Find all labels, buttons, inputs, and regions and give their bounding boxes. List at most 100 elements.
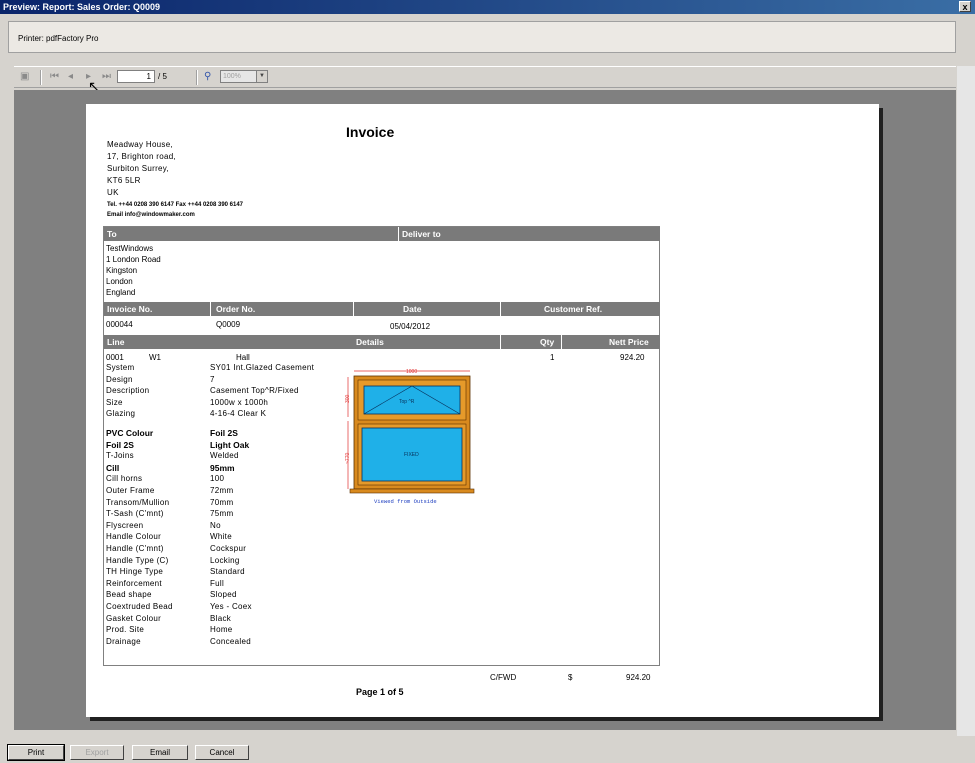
- detail-label: Cill: [106, 462, 120, 473]
- top-height-dimension: 300: [345, 394, 351, 403]
- detail-value: 95mm: [210, 462, 235, 473]
- cill: [349, 488, 475, 494]
- to-address-line: TestWindows: [106, 244, 154, 253]
- cfwd-total: 924.20: [626, 673, 651, 682]
- to-header: To: [104, 227, 398, 241]
- printer-panel: Printer: pdfFactory Pro: [8, 21, 956, 53]
- prev-page-icon[interactable]: ◂: [68, 71, 73, 83]
- detail-label: Description: [106, 386, 150, 396]
- customer-ref-header: Customer Ref.: [544, 304, 603, 314]
- to-address-line: 1 London Road: [106, 255, 161, 264]
- detail-label: Foil 2S: [106, 439, 134, 450]
- detail-label: Gasket Colour: [106, 613, 162, 623]
- zoom-select[interactable]: 100% ▼: [220, 70, 268, 83]
- line-price: 924.20: [620, 353, 645, 362]
- divider: [353, 302, 354, 316]
- binoculars-icon[interactable]: ⚲: [204, 71, 211, 83]
- detail-value: Casement Top^R/Fixed: [210, 386, 299, 396]
- page-number-input[interactable]: 1: [117, 70, 155, 83]
- first-page-icon[interactable]: ⏮: [50, 71, 59, 83]
- detail-value: Full: [210, 578, 225, 588]
- line-number: 0001: [106, 353, 124, 362]
- detail-value: Foil 2S: [210, 428, 238, 438]
- contact-tel: Tel. ++44 0208 390 6147 Fax ++44 0208 39…: [107, 202, 244, 208]
- date-value: 05/04/2012: [390, 322, 431, 331]
- detail-label: T-Sash (C'mnt): [106, 509, 164, 519]
- cfwd-label: C/FWD: [490, 673, 517, 682]
- divider: [561, 335, 562, 349]
- divider: [500, 302, 501, 316]
- detail-label: T-Joins: [106, 451, 134, 461]
- line-header: Line: [107, 337, 125, 347]
- detail-label: Handle (C'mnt): [106, 544, 164, 553]
- detail-value: 72mm: [210, 486, 234, 495]
- detail-label: Bead shape: [106, 590, 152, 600]
- contact-email: Email info@windowmaker.com: [107, 212, 195, 218]
- invoice-no-value: 000044: [106, 320, 133, 329]
- nett-price-header: Nett Price: [609, 337, 649, 347]
- address-line: KT6 5LR: [107, 176, 141, 185]
- to-address-line: London: [106, 277, 133, 286]
- divider: [500, 335, 501, 349]
- to-address-line: Kingston: [106, 266, 138, 275]
- order-no-header: Order No.: [216, 304, 256, 314]
- cancel-button[interactable]: Cancel: [195, 745, 249, 760]
- detail-value: No: [210, 520, 221, 530]
- page-total: / 5: [158, 72, 167, 81]
- detail-label: Drainage: [106, 636, 141, 646]
- line-location: Hall: [236, 353, 250, 362]
- detail-value: 4-16-4 Clear K: [210, 409, 267, 419]
- detail-label: Handle Colour: [106, 532, 162, 542]
- print-button[interactable]: Print: [7, 744, 65, 761]
- close-button[interactable]: x: [959, 1, 971, 12]
- window-drawing: 1000 300 ~770 Top ^R FIXED Viewed from O…: [345, 369, 475, 505]
- detail-value: 1000w x 1000h: [210, 397, 269, 407]
- detail-value: Welded: [210, 451, 239, 461]
- detail-value: Cockspur: [210, 544, 247, 553]
- order-no-value: Q0009: [216, 320, 241, 329]
- detail-label: Design: [106, 374, 133, 384]
- copy-icon[interactable]: ▣: [20, 71, 29, 83]
- detail-label: Size: [106, 397, 123, 407]
- line-code: W1: [149, 353, 161, 362]
- button-bar: Print Export Email Cancel: [0, 741, 975, 763]
- email-button[interactable]: Email: [132, 745, 188, 760]
- detail-value: 7: [210, 374, 215, 384]
- date-header: Date: [403, 304, 422, 314]
- address-line: 17, Brighton road,: [107, 152, 176, 161]
- report-viewer[interactable]: Invoice Meadway House, 17, Brighton road…: [14, 90, 956, 730]
- address-line: Meadway House,: [107, 140, 174, 149]
- drawing-caption: Viewed from Outside: [374, 498, 437, 505]
- to-address-line: England: [106, 288, 136, 297]
- detail-label: Handle Type (C): [106, 555, 169, 565]
- detail-value: Yes - Coex: [210, 602, 252, 611]
- contact-info: Tel. ++44 0208 390 6147 Fax ++44 0208 39…: [107, 200, 243, 220]
- last-page-icon[interactable]: ⏭: [102, 71, 111, 83]
- detail-label: Transom/Mullion: [106, 497, 170, 507]
- toolbar-separator: [196, 70, 198, 85]
- detail-label: Prod. Site: [106, 625, 145, 635]
- printer-label: Printer: pdfFactory Pro: [18, 34, 99, 43]
- sender-address: Meadway House, 17, Brighton road, Surbit…: [107, 139, 176, 199]
- detail-label: Cill horns: [106, 474, 143, 484]
- vertical-scrollbar[interactable]: [957, 66, 975, 736]
- details-header: Details: [356, 337, 384, 347]
- deliver-to-header: Deliver to: [398, 227, 660, 241]
- bottom-height-dimension: ~770: [345, 453, 351, 464]
- export-button[interactable]: Export: [70, 745, 124, 760]
- title-bar: Preview: Report: Sales Order: Q0009 x: [0, 0, 975, 14]
- report-page: Invoice Meadway House, 17, Brighton road…: [86, 104, 879, 717]
- divider: [210, 302, 211, 316]
- bottom-pane-label: FIXED: [404, 452, 419, 458]
- detail-value: Standard: [210, 567, 245, 577]
- invoice-table: To Deliver to TestWindows 1 London Road …: [103, 226, 660, 666]
- chevron-down-icon: ▼: [256, 71, 267, 82]
- preview-toolbar: ▣ ⏮ ◂ ▸ ⏭ 1 / 5 ⚲ 100% ▼: [14, 66, 956, 88]
- detail-value: Concealed: [210, 636, 251, 646]
- detail-label: Glazing: [106, 409, 136, 419]
- width-dimension: 1000: [406, 369, 417, 375]
- detail-value: Black: [210, 613, 232, 623]
- window-title: Preview: Report: Sales Order: Q0009: [3, 2, 161, 12]
- address-line: UK: [107, 188, 119, 197]
- detail-label: Flyscreen: [106, 520, 144, 530]
